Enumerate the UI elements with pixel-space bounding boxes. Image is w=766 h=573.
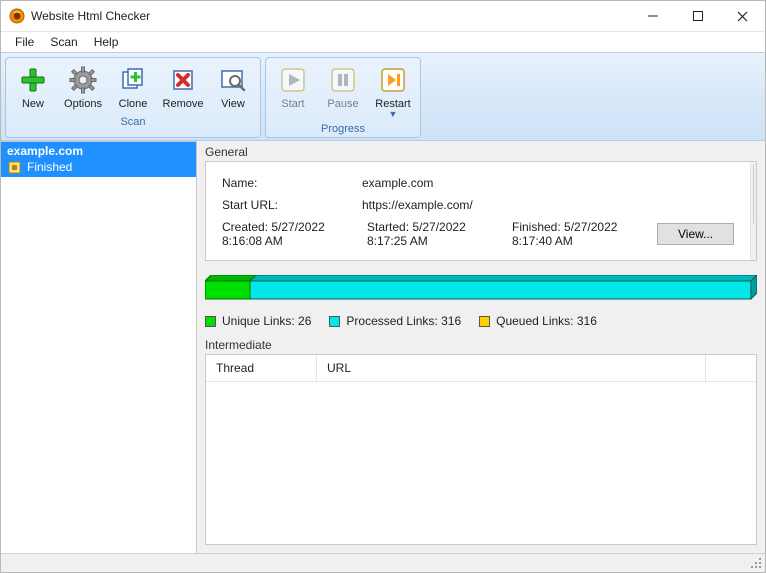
legend-queued: Queued Links: 316 [479, 314, 597, 328]
square-icon [205, 316, 216, 327]
chevron-down-icon: ▼ [389, 111, 398, 118]
name-value: example.com [362, 176, 734, 190]
pause-button[interactable]: Pause [319, 61, 367, 121]
titlebar: Website Html Checker [1, 1, 765, 32]
clone-label: Clone [119, 98, 148, 111]
app-icon [9, 8, 25, 24]
progress-bar [205, 275, 757, 304]
general-section-label: General [197, 141, 765, 161]
statusbar [1, 553, 765, 572]
finished-time: Finished: 5/27/2022 8:17:40 AM [512, 220, 657, 248]
general-scrollbar[interactable] [750, 162, 756, 260]
window-controls [630, 1, 765, 31]
minimize-button[interactable] [630, 1, 675, 31]
ribbon-group-progress-label: Progress [269, 121, 417, 136]
finished-status-icon [7, 160, 21, 174]
play-icon [277, 64, 309, 96]
maximize-button[interactable] [675, 1, 720, 31]
main-body: example.com Finished General Name: exa [1, 141, 765, 553]
restart-button[interactable]: Restart ▼ [369, 61, 417, 121]
view-button[interactable]: View [209, 61, 257, 114]
intermediate-header: Thread URL [206, 355, 756, 382]
clone-icon [117, 64, 149, 96]
start-url-value: https://example.com/ [362, 198, 734, 212]
start-url-label: Start URL: [222, 198, 362, 212]
progress-bar-svg [205, 275, 757, 301]
intermediate-section-label: Intermediate [197, 334, 765, 354]
site-status-text: Finished [27, 160, 72, 174]
gear-icon [67, 64, 99, 96]
ribbon: New [1, 52, 765, 141]
site-item[interactable]: example.com [1, 142, 196, 159]
remove-label: Remove [163, 98, 204, 111]
square-icon [479, 316, 490, 327]
remove-button[interactable]: Remove [159, 61, 207, 114]
pause-label: Pause [327, 98, 358, 111]
ribbon-group-progress: Start Pause [265, 57, 421, 138]
site-status-row[interactable]: Finished [1, 159, 196, 177]
square-icon [329, 316, 340, 327]
new-button[interactable]: New [9, 61, 57, 114]
started-time: Started: 5/27/2022 8:17:25 AM [367, 220, 512, 248]
general-panel: Name: example.com Start URL: https://exa… [205, 161, 757, 261]
view-details-button[interactable]: View... [657, 223, 734, 245]
scrollbar-thumb[interactable] [753, 164, 754, 224]
view-label: View [221, 98, 245, 111]
start-button[interactable]: Start [269, 61, 317, 121]
intermediate-panel: Thread URL [205, 354, 757, 545]
pause-icon [327, 64, 359, 96]
options-button[interactable]: Options [59, 61, 107, 114]
remove-icon [167, 64, 199, 96]
menubar: File Scan Help [1, 32, 765, 52]
sidebar[interactable]: example.com Finished [1, 141, 197, 553]
resize-grip-icon[interactable] [751, 558, 763, 570]
menu-scan[interactable]: Scan [42, 33, 85, 51]
clone-button[interactable]: Clone [109, 61, 157, 114]
new-label: New [22, 98, 44, 111]
window-title: Website Html Checker [31, 9, 630, 23]
ribbon-group-scan-label: Scan [9, 114, 257, 129]
start-label: Start [281, 98, 304, 111]
menu-help[interactable]: Help [86, 33, 127, 51]
created-time: Created: 5/27/2022 8:16:08 AM [222, 220, 367, 248]
restart-icon [377, 64, 409, 96]
main-panel: General Name: example.com Start URL: htt… [197, 141, 765, 553]
menu-file[interactable]: File [7, 33, 42, 51]
column-url[interactable]: URL [317, 355, 706, 381]
plus-icon [17, 64, 49, 96]
ribbon-group-scan: New [5, 57, 261, 138]
progress-legend: Unique Links: 26 Processed Links: 316 Qu… [205, 314, 757, 328]
legend-unique: Unique Links: 26 [205, 314, 311, 328]
close-button[interactable] [720, 1, 765, 31]
magnifier-icon [217, 64, 249, 96]
legend-processed: Processed Links: 316 [329, 314, 461, 328]
column-thread[interactable]: Thread [206, 355, 317, 381]
column-tail [706, 355, 756, 381]
options-label: Options [64, 98, 102, 111]
name-label: Name: [222, 176, 362, 190]
app-window: Website Html Checker File Scan Help [0, 0, 766, 573]
